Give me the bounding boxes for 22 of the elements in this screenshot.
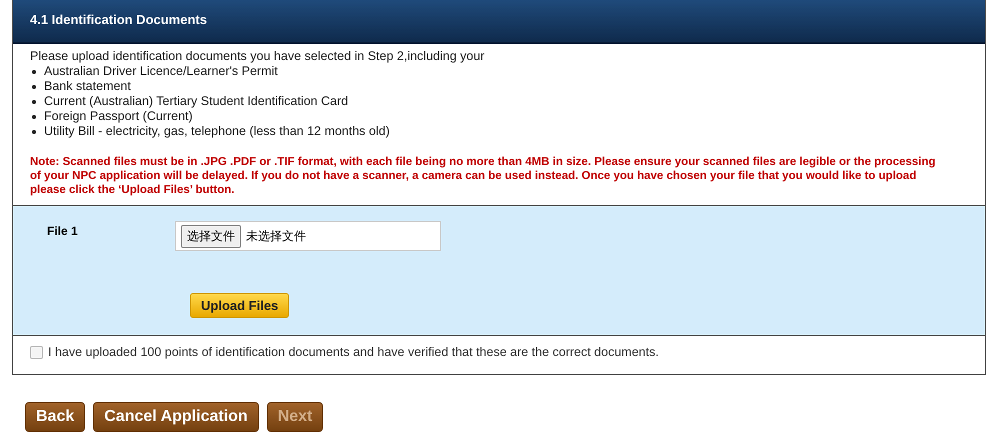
confirmation-checkbox[interactable] [30,346,43,358]
file-input[interactable]: 选择文件 未选择文件 [175,221,441,251]
document-item: Utility Bill - electricity, gas, telephone (less than 12 months old) [30,124,945,139]
nav-button[interactable]: Back [25,402,86,432]
choose-file-button[interactable]: 选择文件 [181,224,241,248]
nav-button[interactable]: Cancel Application [93,402,259,432]
file-label: File 1 [47,223,79,240]
document-item: Australian Driver Licence/Learner's Permit [30,64,945,79]
bullet-icon [32,85,36,89]
section-title: 4.1 Identification Documents [30,12,207,27]
confirmation-label: I have uploaded 100 points of identification documents and have verified that these are the correct documents. [48,345,659,359]
intro-text: Please upload identification documents you have selected in Step 2,including your [30,49,486,64]
bullet-icon [32,70,36,74]
file-status: 未选择文件 [246,228,306,244]
bullet-icon [32,130,36,134]
document-item: Current (Australian) Tertiary Student Identification Card [30,94,945,109]
note-text: Note: Scanned files must be in .JPG .PDF or .TIF format, with each file being no more than 4MB in size. Please ensure your scanned files are legible or the processing of your NPC application will be delayed. If you do not have a scanner, a camera can be used instead. Once you have chosen your file that you would like to upload please click the ‘Upload Files’ button. [30,155,937,197]
bullet-icon [32,115,36,119]
bullet-icon [32,100,36,104]
document-item: Foreign Passport (Current) [30,109,945,124]
document-item: Bank statement [30,79,945,94]
upload-files-button[interactable]: Upload Files [190,292,290,318]
